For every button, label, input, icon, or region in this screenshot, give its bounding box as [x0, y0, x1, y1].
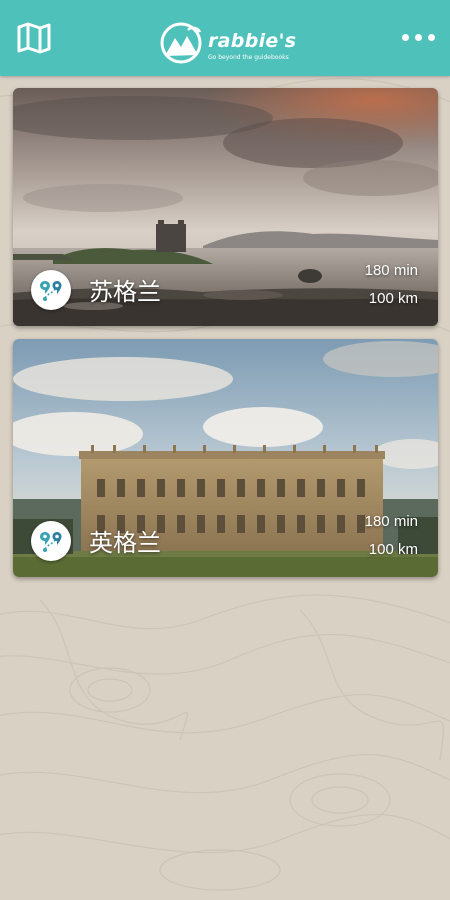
more-options-button[interactable] — [402, 28, 436, 48]
logo-tagline: Go beyond the guidebooks — [208, 54, 289, 61]
logo-text: rabbie's — [208, 30, 297, 52]
route-name: 苏格兰 — [89, 278, 161, 306]
logo-mountain-icon — [160, 22, 202, 64]
route-card-scotland[interactable]: 苏格兰 180 min 100 km — [13, 88, 438, 326]
route-name: 英格兰 — [89, 529, 161, 557]
route-duration: 180 min — [364, 513, 418, 530]
route-badge — [31, 521, 71, 561]
route-duration: 180 min — [364, 262, 418, 279]
map-icon — [17, 22, 51, 54]
map-button[interactable] — [16, 22, 52, 54]
route-distance: 100 km — [368, 290, 418, 307]
route-pins-icon — [40, 532, 62, 552]
route-pins-icon — [40, 281, 62, 301]
route-distance: 100 km — [368, 541, 418, 558]
top-app-bar: rabbie's Go beyond the guidebooks — [0, 0, 450, 76]
route-card-england[interactable]: 英格兰 180 min 100 km — [13, 339, 438, 577]
route-badge — [31, 270, 71, 310]
rabbies-logo: rabbie's Go beyond the guidebooks — [160, 22, 300, 66]
